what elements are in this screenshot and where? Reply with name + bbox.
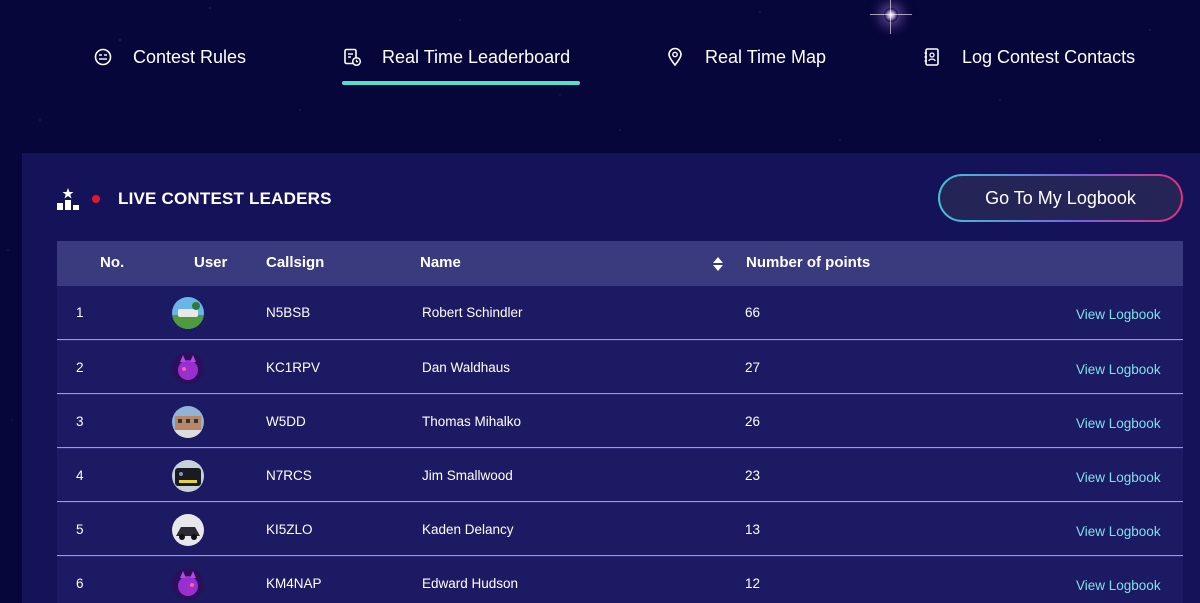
points-cell: 23 — [745, 468, 761, 483]
table-row: 5 KI5ZLO Kaden Delancy 13 View Logbook — [57, 502, 1183, 556]
panel-header: LIVE CONTEST LEADERS — [56, 187, 332, 211]
leaderboard-clipboard-icon — [344, 48, 362, 67]
name-cell: Edward Hudson — [422, 576, 519, 591]
view-logbook-link[interactable]: View Logbook — [1076, 307, 1161, 322]
points-cell: 13 — [745, 522, 761, 537]
contest-rules-icon — [94, 48, 112, 66]
live-indicator-dot — [92, 195, 100, 203]
leaders-panel: LIVE CONTEST LEADERS Go To My Logbook No… — [22, 153, 1200, 603]
avatar[interactable] — [172, 568, 204, 600]
contacts-book-icon — [924, 48, 939, 66]
row-number: 4 — [76, 468, 84, 483]
row-number: 2 — [76, 360, 84, 375]
podium-star-icon — [57, 188, 79, 210]
nav-real-time-leaderboard[interactable]: Real Time Leaderboard — [342, 42, 570, 72]
callsign-cell: KI5ZLO — [266, 522, 313, 537]
name-cell: Dan Waldhaus — [422, 360, 511, 375]
table-row: 3 W5DD Thomas Mihalko 26 View Logbook — [57, 394, 1183, 448]
view-logbook-link[interactable]: View Logbook — [1076, 470, 1161, 485]
view-logbook-link[interactable]: View Logbook — [1076, 416, 1161, 431]
header-user: User — [194, 254, 228, 271]
table-header: No. User Callsign Name Number of points — [57, 241, 1183, 286]
nav-label: Real Time Map — [705, 46, 827, 67]
map-pin-icon — [668, 47, 682, 67]
table-row: 2 KC1RPV Dan Waldhaus 27 View Logbook — [57, 340, 1183, 394]
nav-log-contest-contacts[interactable]: Log Contest Contacts — [922, 42, 1135, 72]
row-number: 1 — [76, 305, 84, 320]
nav-contest-rules[interactable]: Contest Rules — [93, 42, 246, 72]
row-number: 3 — [76, 414, 84, 429]
table-row: 6 KM4NAP Edward Hudson 12 View Logbook — [57, 556, 1183, 603]
table-row: 1 N5BSB Robert Schindler 66 View Logbook — [57, 286, 1183, 340]
header-no: No. — [100, 254, 125, 271]
callsign-cell: N7RCS — [266, 468, 312, 483]
view-logbook-link[interactable]: View Logbook — [1076, 362, 1161, 377]
callsign-cell: N5BSB — [266, 305, 311, 320]
nav-label: Contest Rules — [133, 46, 247, 67]
points-cell: 27 — [745, 360, 761, 375]
callsign-cell: KM4NAP — [266, 576, 322, 591]
points-cell: 12 — [745, 576, 761, 591]
points-cell: 26 — [745, 414, 761, 429]
table-body: 1 N5BSB Robert Schindler 66 View Logbook… — [57, 286, 1183, 603]
name-cell: Kaden Delancy — [422, 522, 514, 537]
name-cell: Thomas Mihalko — [422, 414, 522, 429]
avatar[interactable] — [172, 297, 204, 329]
panel-title: LIVE CONTEST LEADERS — [118, 189, 332, 208]
avatar[interactable] — [172, 514, 204, 546]
header-name: Name — [420, 254, 461, 271]
callsign-cell: KC1RPV — [266, 360, 321, 375]
go-to-my-logbook-button[interactable]: Go To My Logbook — [938, 174, 1183, 222]
points-cell: 66 — [745, 305, 761, 320]
callsign-cell: W5DD — [266, 414, 306, 429]
name-cell: Robert Schindler — [422, 305, 523, 320]
leaderboard-table: No. User Callsign Name Number of points … — [57, 241, 1183, 603]
row-number: 5 — [76, 522, 84, 537]
active-tab-indicator — [342, 81, 580, 85]
header-points: Number of points — [746, 254, 871, 271]
sort-icon[interactable] — [712, 256, 724, 272]
name-cell: Jim Smallwood — [422, 468, 513, 483]
nav-real-time-map[interactable]: Real Time Map — [665, 42, 826, 72]
table-row: 4 N7RCS Jim Smallwood 23 View Logbook — [57, 448, 1183, 502]
top-nav: Contest Rules Real Time Leaderboard Real… — [0, 0, 1200, 100]
view-logbook-link[interactable]: View Logbook — [1076, 578, 1161, 593]
header-callsign: Callsign — [266, 254, 325, 271]
row-number: 6 — [76, 576, 84, 591]
nav-label: Log Contest Contacts — [962, 46, 1136, 67]
avatar[interactable] — [172, 460, 204, 492]
avatar[interactable] — [172, 352, 204, 384]
avatar[interactable] — [172, 406, 204, 438]
view-logbook-link[interactable]: View Logbook — [1076, 524, 1161, 539]
nav-label: Real Time Leaderboard — [382, 46, 571, 67]
